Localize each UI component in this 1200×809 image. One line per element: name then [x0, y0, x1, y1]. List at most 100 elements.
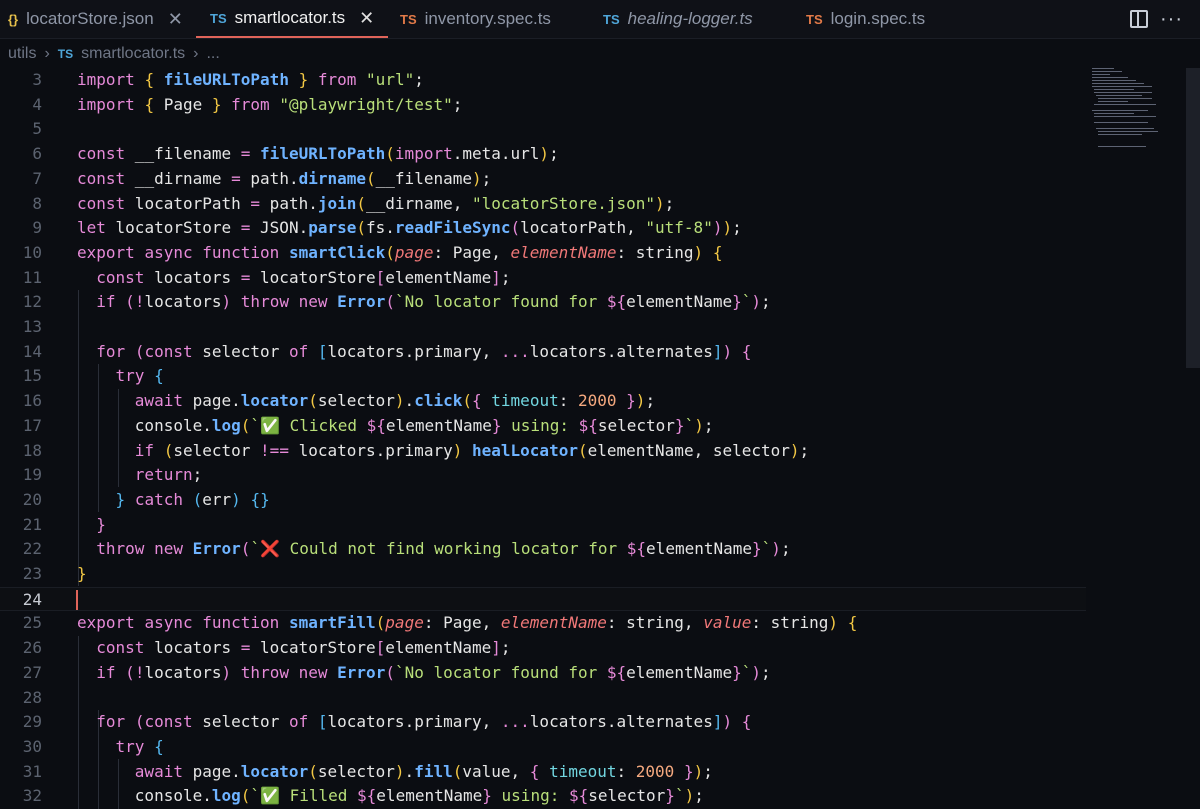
code-line[interactable]: 27 if (!locators) throw new Error(`No lo…	[0, 661, 1086, 686]
code-line[interactable]: 26 const locators = locatorStore[element…	[0, 636, 1086, 661]
line-code: try {	[115, 736, 164, 756]
line-number: 12	[22, 292, 42, 312]
breadcrumb-file[interactable]: smartlocator.ts	[81, 45, 185, 63]
vertical-scrollbar[interactable]	[1186, 68, 1200, 368]
code-line[interactable]: 8 const locatorPath = path.join(__dirname…	[0, 192, 1086, 217]
minimap-line	[1098, 101, 1128, 102]
code-line[interactable]: 19 return;	[0, 463, 1086, 488]
code-line[interactable]: 16 await page.locator(selector).click({ …	[0, 389, 1086, 414]
minimap-line	[1094, 116, 1156, 117]
code-line[interactable]: 28	[0, 686, 1086, 711]
line-code: const __dirname = path.dirname(__filenam…	[77, 168, 492, 188]
line-code: const __filename = fileURLToPath(import.…	[77, 144, 559, 164]
code-line[interactable]: 4 import { Page } from "@playwright/test"…	[0, 93, 1086, 118]
code-line[interactable]: 25 export async function smartFill(page: …	[0, 611, 1086, 636]
code-line[interactable]: 18 if (selector !== locators.primary) he…	[0, 439, 1086, 464]
line-code: throw new Error(`❌ Could not find workin…	[96, 539, 791, 559]
minimap-line	[1092, 68, 1114, 69]
line-number: 8	[32, 193, 42, 213]
line-code: import { fileURLToPath } from "url";	[77, 70, 424, 89]
minimap-line	[1092, 74, 1110, 75]
code-line-current[interactable]: 24	[0, 586, 1086, 613]
typescript-file-icon: TS	[806, 11, 823, 27]
line-number: 9	[32, 218, 42, 238]
tab-login-spec-ts[interactable]: TS login.spec.ts	[806, 0, 925, 38]
minimap-line	[1096, 95, 1142, 96]
minimap[interactable]	[1092, 68, 1182, 158]
line-number: 23	[22, 564, 42, 583]
tab-smartlocator-ts[interactable]: TS smartlocator.ts ✕	[196, 0, 389, 38]
close-icon[interactable]: ✕	[359, 8, 374, 29]
close-icon[interactable]: ✕	[168, 9, 183, 30]
code-line[interactable]: 31 await page.locator(selector).fill(val…	[0, 760, 1086, 785]
minimap-line	[1094, 122, 1148, 123]
line-number: 32	[22, 786, 42, 806]
line-code: export async function smartClick(page: P…	[77, 242, 723, 262]
line-code: await page.locator(selector).fill(value,…	[134, 761, 713, 781]
code-line[interactable]: 5	[0, 117, 1086, 142]
line-code: } catch (err) {}	[115, 489, 270, 509]
code-line[interactable]: 22 throw new Error(`❌ Could not find wor…	[0, 537, 1086, 562]
code-line[interactable]: 17 console.log(`✅ Clicked ${elementName}…	[0, 414, 1086, 439]
line-code	[76, 588, 78, 613]
minimap-line	[1098, 98, 1152, 99]
line-number: 24	[22, 589, 42, 609]
code-line[interactable]: 7 const __dirname = path.dirname(__filena…	[0, 167, 1086, 192]
line-code: export async function smartFill(page: Pa…	[77, 613, 858, 633]
code-line[interactable]: 23}	[0, 562, 1086, 587]
line-number: 27	[22, 662, 42, 682]
breadcrumb: utils › TS smartlocator.ts › ...	[8, 42, 228, 66]
more-icon: ···	[1160, 7, 1183, 30]
line-number: 26	[22, 638, 42, 658]
code-line[interactable]: 12 if (!locators) throw new Error(`No lo…	[0, 290, 1086, 315]
line-number: 11	[22, 267, 42, 287]
tab-healing-logger-ts[interactable]: TS healing-logger.ts	[603, 0, 753, 38]
json-file-icon: {}	[8, 11, 19, 27]
typescript-file-icon: TS	[400, 11, 417, 27]
split-editor-button[interactable]	[1130, 0, 1148, 38]
line-code: if (!locators) throw new Error(`No locat…	[96, 292, 771, 312]
code-line[interactable]: 11 const locators = locatorStore[element…	[0, 266, 1086, 291]
breadcrumb-folder[interactable]: utils	[8, 45, 36, 63]
line-number: 10	[22, 242, 42, 262]
minimap-line	[1094, 89, 1134, 90]
tab-bar: {} locatorStore.json ✕ TS smartlocator.t…	[0, 0, 1200, 39]
code-line[interactable]: 10 export async function smartClick(page:…	[0, 241, 1086, 266]
line-code: console.log(`✅ Clicked ${elementName} us…	[77, 415, 714, 435]
code-line[interactable]: 15 try {	[0, 364, 1086, 389]
line-code: const locators = locatorStore[elementNam…	[96, 638, 511, 658]
code-line[interactable]: 3 import { fileURLToPath } from "url";	[0, 68, 1086, 93]
line-number: 16	[22, 391, 42, 411]
code-line[interactable]: 6 const __filename = fileURLToPath(import…	[0, 142, 1086, 167]
code-line[interactable]: 29 for (const selector of [locators.prim…	[0, 710, 1086, 735]
code-line[interactable]: 14 for (const selector of [locators.prim…	[0, 340, 1086, 365]
more-actions-button[interactable]: ···	[1160, 0, 1183, 38]
line-number: 31	[22, 761, 42, 781]
line-number: 19	[22, 465, 42, 485]
tab-inventory-spec-ts[interactable]: TS inventory.spec.ts	[400, 0, 551, 38]
minimap-line	[1092, 110, 1148, 111]
code-line[interactable]: 9 let locatorStore = JSON.parse(fs.readFi…	[0, 216, 1086, 241]
code-line[interactable]: 20 } catch (err) {}	[0, 488, 1086, 513]
line-code: try {	[115, 366, 164, 386]
code-line[interactable]: 13	[0, 315, 1086, 340]
minimap-line	[1094, 104, 1156, 105]
line-code: await page.locator(selector).click({ tim…	[134, 391, 656, 411]
text-cursor	[76, 590, 78, 611]
line-number: 21	[22, 514, 42, 534]
line-code: const locatorPath = path.join(__dirname,…	[77, 193, 675, 213]
line-number: 29	[22, 712, 42, 732]
code-editor[interactable]: 3 import { fileURLToPath } from "url"; 4 i…	[0, 68, 1090, 809]
code-line[interactable]: 30 try {	[0, 735, 1086, 760]
tab-label: smartlocator.ts	[234, 8, 346, 27]
minimap-line	[1094, 92, 1152, 93]
breadcrumb-symbol[interactable]: ...	[206, 45, 219, 63]
line-code: return;	[134, 465, 203, 485]
code-line[interactable]: 21 }	[0, 513, 1086, 538]
code-line[interactable]: 32 console.log(`✅ Filled ${elementName} …	[0, 784, 1086, 809]
line-number: 22	[22, 539, 42, 559]
line-code: let locatorStore = JSON.parse(fs.readFil…	[77, 218, 742, 238]
tab-locatorstore-json[interactable]: {} locatorStore.json ✕	[8, 0, 183, 38]
line-number: 15	[22, 366, 42, 386]
tab-label: locatorStore.json	[26, 9, 154, 28]
